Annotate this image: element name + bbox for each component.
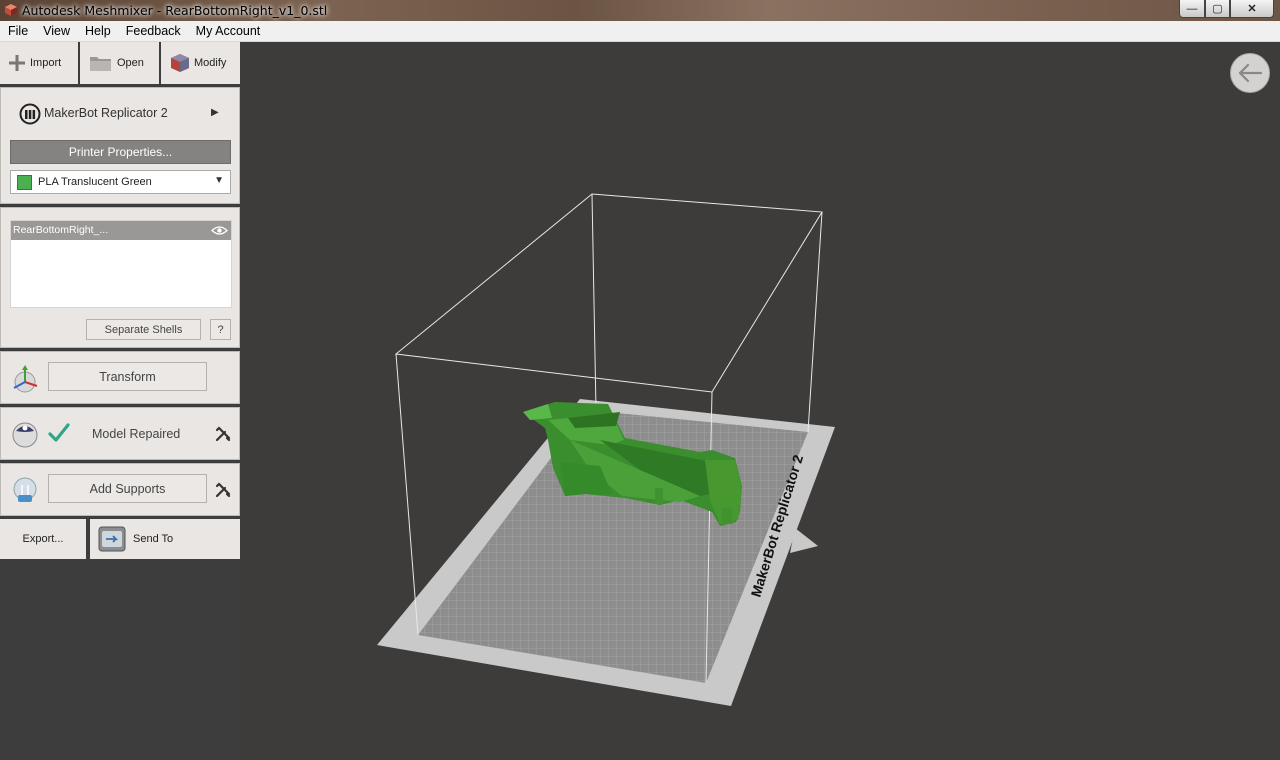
wrench-icon[interactable] xyxy=(215,482,231,498)
checkmark-icon xyxy=(48,423,70,442)
material-select[interactable]: PLA Translucent Green ▼ xyxy=(10,170,231,194)
printer-section: MakerBot Replicator 2 ▶ Printer Properti… xyxy=(0,87,240,204)
repair-status-label: Model Repaired xyxy=(92,427,181,441)
makerbot-logo-icon xyxy=(19,103,41,125)
menu-bar: File View Help Feedback My Account xyxy=(0,21,1280,42)
object-list-item[interactable]: RearBottomRight_... xyxy=(11,221,231,240)
menu-feedback[interactable]: Feedback xyxy=(118,21,188,41)
add-supports-button[interactable]: Add Supports xyxy=(48,474,207,503)
send-to-label: Send To xyxy=(133,533,174,545)
export-label: Export... xyxy=(22,533,64,545)
support-sphere-icon xyxy=(13,477,37,502)
open-button[interactable]: Open xyxy=(80,42,159,84)
objects-section: RearBottomRight_... Separate Shells ? xyxy=(0,207,240,348)
transform-gizmo-icon xyxy=(13,365,38,393)
supports-section: Add Supports xyxy=(0,463,240,516)
print-panel: Import Open Modify MakerBot Replicator 2… xyxy=(0,42,241,760)
import-button[interactable]: Import xyxy=(0,42,78,84)
title-bar: Autodesk Meshmixer - RearBottomRight_v1_… xyxy=(0,0,1280,21)
printer-send-icon xyxy=(98,526,126,552)
meshmixer-app-icon xyxy=(5,4,17,16)
menu-help[interactable]: Help xyxy=(77,21,118,41)
back-button[interactable] xyxy=(1230,53,1270,93)
object-list: RearBottomRight_... xyxy=(10,220,232,308)
menu-file[interactable]: File xyxy=(0,21,35,41)
plus-icon xyxy=(9,55,25,71)
separate-shells-button[interactable]: Separate Shells xyxy=(86,319,201,340)
object-name: RearBottomRight_... xyxy=(13,224,109,236)
menu-view[interactable]: View xyxy=(35,21,77,41)
minimize-button[interactable]: — xyxy=(1179,0,1205,18)
inspector-sphere-icon xyxy=(12,422,38,448)
printer-menu-arrow-icon[interactable]: ▶ xyxy=(211,107,219,118)
folder-icon xyxy=(90,57,111,71)
printer-properties-button[interactable]: Printer Properties... xyxy=(10,140,231,164)
modify-button[interactable]: Modify xyxy=(161,42,240,84)
export-button[interactable]: Export... xyxy=(0,519,86,559)
printer-name: MakerBot Replicator 2 xyxy=(44,106,168,120)
scene-canvas[interactable]: MakerBot Replicator 2 xyxy=(241,42,1280,760)
repair-section: Model Repaired xyxy=(0,407,240,460)
open-label: Open xyxy=(117,57,144,69)
modify-cube-icon xyxy=(171,54,189,72)
material-color-swatch xyxy=(17,174,32,190)
window-title: Autodesk Meshmixer - RearBottomRight_v1_… xyxy=(22,3,328,18)
close-button[interactable]: ✕ xyxy=(1230,0,1274,18)
transform-section: Transform xyxy=(0,351,240,404)
transform-button[interactable]: Transform xyxy=(48,362,207,391)
arrow-left-icon xyxy=(1238,63,1263,83)
window-controls: — ▢ ✕ xyxy=(1179,0,1274,19)
modify-label: Modify xyxy=(194,57,227,69)
3d-viewport[interactable]: MakerBot Replicator 2 xyxy=(241,42,1280,760)
maximize-button[interactable]: ▢ xyxy=(1205,0,1230,18)
import-label: Import xyxy=(30,57,62,69)
menu-my-account[interactable]: My Account xyxy=(188,21,268,41)
help-button[interactable]: ? xyxy=(210,319,231,340)
chevron-down-icon: ▼ xyxy=(214,175,224,186)
material-label: PLA Translucent Green xyxy=(38,176,152,188)
wrench-icon[interactable] xyxy=(215,426,231,442)
eye-icon[interactable] xyxy=(211,225,228,236)
send-to-button[interactable]: Send To xyxy=(90,519,240,559)
